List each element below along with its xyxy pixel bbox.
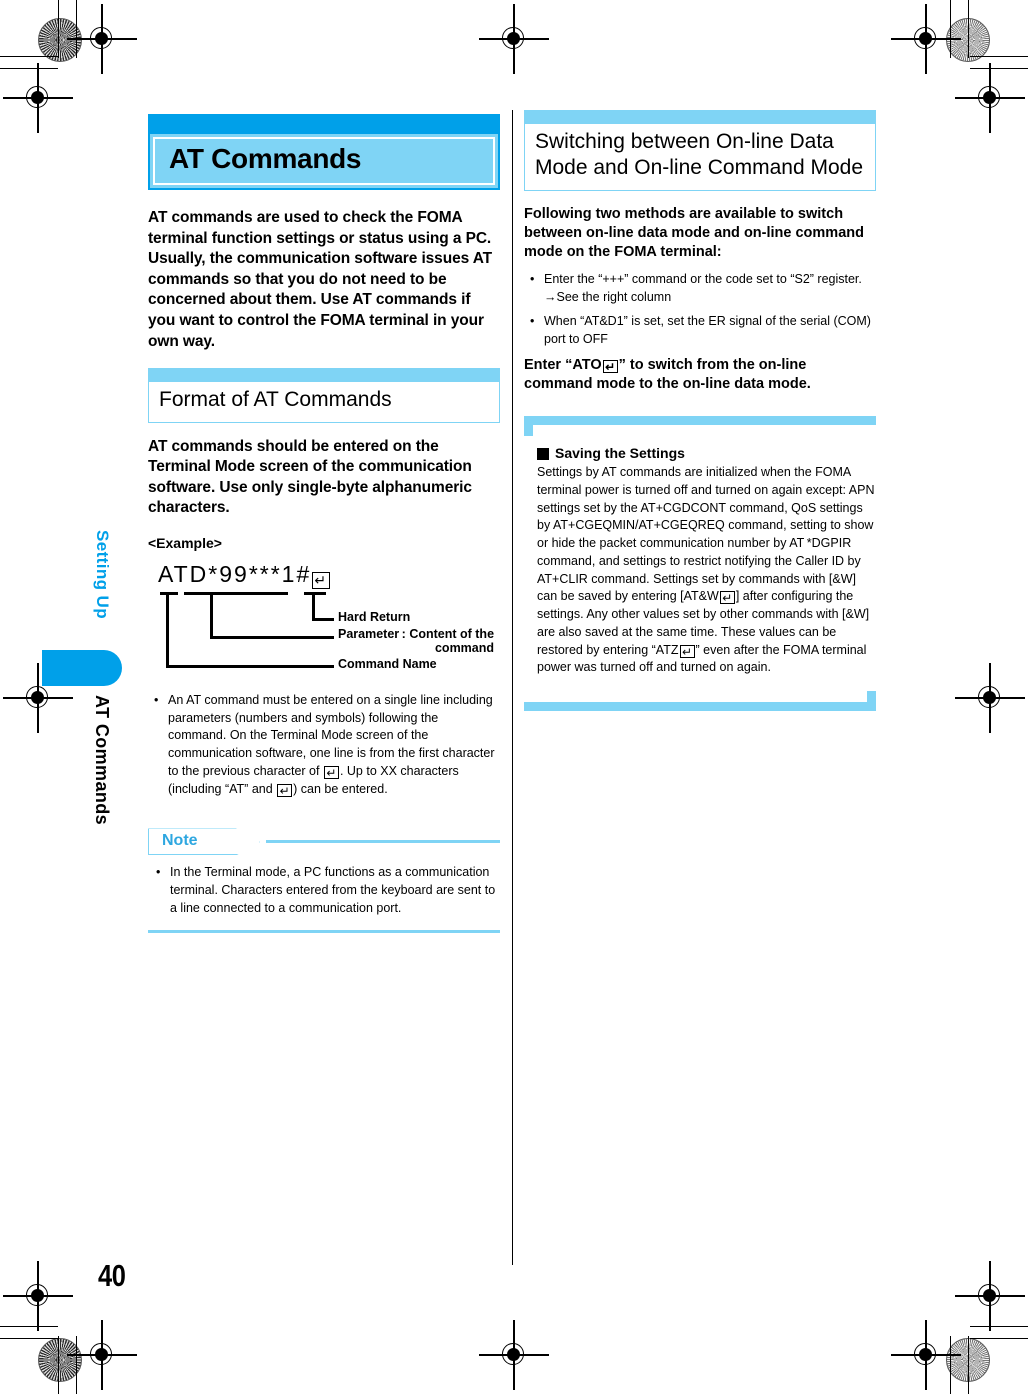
crop-mark-line xyxy=(968,0,970,58)
chapter-title-box: AT Commands xyxy=(148,132,500,190)
right-column: Switching between On-line Data Mode and … xyxy=(524,110,876,712)
switching-lead-text: Following two methods are available to s… xyxy=(524,205,864,260)
registration-target-bottom-left-inner xyxy=(3,1261,73,1331)
crop-mark-line xyxy=(0,56,58,58)
subsection-title: Saving the Settings xyxy=(537,445,876,461)
registration-target-bottom-right xyxy=(891,1320,961,1390)
list-item: An AT command must be entered on a singl… xyxy=(148,692,500,799)
section-intro-text: AT commands should be entered on the Ter… xyxy=(148,437,472,517)
crop-mark-line xyxy=(970,56,1028,58)
crop-mark-line xyxy=(970,1326,1028,1328)
note-bottom-rule xyxy=(148,929,500,933)
crop-mark-line xyxy=(76,1336,78,1394)
section-heading-band xyxy=(525,111,875,124)
side-tab-section-label: AT Commands xyxy=(92,695,112,826)
registration-target-bottom-center xyxy=(479,1320,549,1390)
crop-mark-line xyxy=(950,1336,952,1394)
registration-target-top-left-inner xyxy=(3,63,73,133)
command-format-diagram: ATD*99***1# Hard Return Parameter : Cont… xyxy=(148,561,500,686)
left-column: AT Commands AT commands are used to chec… xyxy=(148,114,500,933)
chapter-title-block: AT Commands xyxy=(148,114,500,190)
subsection-close-bar xyxy=(524,691,876,712)
bullet-text-part3: ) can be entered. xyxy=(293,781,388,796)
chapter-top-bar xyxy=(148,114,500,132)
diagram-label-command-name: Command Name xyxy=(338,656,437,671)
section-heading-text: Format of AT Commands xyxy=(149,382,499,422)
registration-target-top-center xyxy=(479,4,549,74)
return-key-icon xyxy=(312,571,331,589)
closing-text-part1: Enter “ATO xyxy=(524,356,602,373)
note-badge: Note xyxy=(148,828,260,856)
section-heading-format: Format of AT Commands xyxy=(148,368,500,423)
note-body: In the Terminal mode, a PC functions as … xyxy=(148,864,500,917)
leader-parameter-run xyxy=(210,635,334,639)
registration-target-top-right xyxy=(891,4,961,74)
crop-mark-line xyxy=(970,68,1028,70)
note-top-rule xyxy=(266,840,500,844)
return-key-icon xyxy=(602,359,618,373)
crop-mark-line xyxy=(58,0,60,58)
section-heading-switching: Switching between On-line Data Mode and … xyxy=(524,110,876,191)
registration-target-bottom-left xyxy=(67,1320,137,1390)
leader-parameter-stem xyxy=(210,591,213,639)
crop-mark-line xyxy=(0,1338,58,1340)
note-box: Note In the Terminal mode, a PC function… xyxy=(148,828,500,933)
bracket-command-name xyxy=(160,591,178,595)
chapter-intro-text: AT commands are used to check the FOMA t… xyxy=(148,209,493,350)
bullet-subtext: →See the right column xyxy=(544,289,672,304)
column-divider xyxy=(512,110,513,1265)
subsection-body-part1: Settings by AT commands are initialized … xyxy=(537,465,875,604)
page-title: AT Commands xyxy=(169,143,362,174)
leader-command-name-stem xyxy=(166,591,169,668)
list-item: Enter the “+++” command or the code set … xyxy=(524,271,876,307)
switching-closing-text: Enter “ATO” to switch from the on-line c… xyxy=(524,356,876,394)
crop-mark-line xyxy=(968,1336,970,1394)
leader-hard-return-stem xyxy=(312,591,315,621)
example-command-text: ATD*99***1# xyxy=(158,561,331,589)
side-tab-pill xyxy=(42,650,122,686)
section-heading-band xyxy=(149,369,499,383)
side-tab: Setting Up AT Commands xyxy=(42,530,124,910)
crop-mark-line xyxy=(0,1326,58,1328)
example-label: <Example> xyxy=(148,534,222,551)
registration-target-mid-right xyxy=(955,663,1025,733)
subsection-body-text: Settings by AT commands are initialized … xyxy=(537,464,876,677)
diagram-label-hard-return: Hard Return xyxy=(338,609,411,624)
note-badge-label: Note xyxy=(162,832,198,850)
registration-target-top-right-inner xyxy=(955,63,1025,133)
return-key-icon xyxy=(679,644,695,658)
bullet-text: Enter the “+++” command or the code set … xyxy=(544,271,862,286)
section-heading-text: Switching between On-line Data Mode and … xyxy=(525,124,875,190)
registration-target-top-left xyxy=(67,4,137,74)
side-tab-chapter-label: Setting Up xyxy=(93,530,112,619)
crop-mark-line xyxy=(950,0,952,58)
return-key-icon xyxy=(277,783,293,797)
leader-hard-return-run xyxy=(312,617,334,621)
crop-mark-line xyxy=(76,0,78,58)
registration-target-bottom-right-inner xyxy=(955,1261,1025,1331)
crop-mark-line xyxy=(970,1338,1028,1340)
page-number: 40 xyxy=(98,1258,126,1293)
crop-mark-line xyxy=(0,68,58,70)
return-key-icon xyxy=(719,591,735,605)
saving-settings-subsection: Saving the Settings Settings by AT comma… xyxy=(524,416,876,712)
leader-command-name-run xyxy=(166,664,334,668)
crop-mark-line xyxy=(58,1336,60,1394)
bracket-parameter xyxy=(184,591,288,595)
list-item: In the Terminal mode, a PC functions as … xyxy=(150,864,500,917)
list-item: When “AT&D1” is set, set the ER signal o… xyxy=(524,313,876,349)
return-key-icon xyxy=(323,765,339,779)
bracket-hard-return xyxy=(304,591,326,595)
diagram-label-parameter: Parameter : Content of the command xyxy=(338,626,495,655)
subsection-open-bar xyxy=(524,416,876,437)
